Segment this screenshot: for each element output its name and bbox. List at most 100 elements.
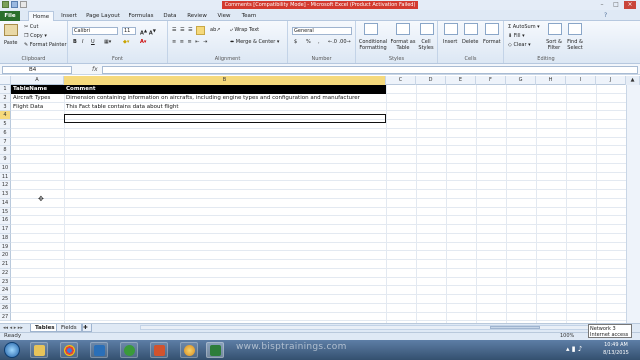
orientation-icon[interactable]: ab↗ — [210, 27, 220, 34]
tab-view[interactable]: View — [214, 11, 234, 21]
sheet-tab-fields[interactable]: Fields — [56, 324, 82, 332]
row-header[interactable]: 20 — [0, 251, 11, 260]
row-header[interactable]: 5 — [0, 120, 11, 129]
sheet-nav-arrows[interactable]: ◂◂ ◂ ▸ ▸▸ — [3, 325, 23, 331]
cell-B2[interactable]: Dimension containing information on airc… — [64, 94, 360, 103]
underline-button[interactable]: U — [91, 39, 95, 46]
row-header[interactable]: 25 — [0, 295, 11, 304]
row-header[interactable]: 2 — [0, 93, 11, 103]
cell-styles-icon[interactable] — [420, 23, 434, 35]
cut-button[interactable]: ✂ Cut — [24, 24, 38, 31]
row-header[interactable]: 24 — [0, 286, 11, 295]
horizontal-scrollbar[interactable] — [140, 325, 625, 330]
cell-A1[interactable]: TableName — [11, 85, 64, 94]
paste-button[interactable]: Paste — [4, 40, 18, 47]
vertical-scrollbar[interactable] — [626, 85, 640, 323]
taskbar-clock[interactable]: 10:49 AM 8/13/2015 — [596, 341, 636, 357]
minimize-button[interactable]: – — [596, 1, 608, 9]
row-header[interactable]: 18 — [0, 233, 11, 243]
merge-center-button[interactable]: ⬌ Merge & Center ▾ — [230, 39, 279, 46]
row-header[interactable]: 6 — [0, 128, 11, 138]
column-header[interactable]: C — [386, 76, 416, 85]
select-all-corner[interactable] — [0, 76, 11, 85]
format-button[interactable]: Format — [483, 39, 501, 46]
clear-button[interactable]: ◇ Clear ▾ — [508, 42, 531, 49]
format-table-icon[interactable] — [396, 23, 410, 35]
sort-filter-icon[interactable] — [548, 23, 562, 35]
start-button[interactable] — [4, 342, 20, 358]
italic-button[interactable]: I — [82, 39, 83, 46]
row-header[interactable]: 13 — [0, 190, 11, 199]
taskbar-excel-button[interactable] — [206, 342, 224, 358]
taskbar-explorer-button[interactable] — [30, 342, 48, 358]
vertical-align-icons[interactable]: ☰ ☰ ☰ — [172, 27, 194, 34]
delete-cells-icon[interactable] — [464, 23, 478, 35]
conditional-formatting-button[interactable]: Conditional Formatting — [358, 39, 388, 51]
font-name-select[interactable]: Calibri — [72, 27, 118, 35]
column-header[interactable]: J — [596, 76, 626, 85]
tab-insert[interactable]: Insert — [58, 11, 80, 21]
formula-input[interactable] — [102, 66, 638, 74]
format-painter-button[interactable]: ✎ Format Painter — [24, 42, 67, 49]
tab-home[interactable]: Home — [28, 11, 54, 21]
number-format-select[interactable]: General — [292, 27, 352, 35]
tab-review[interactable]: Review — [184, 11, 210, 21]
taskbar-media-button[interactable] — [90, 342, 108, 358]
bottom-align-icon[interactable] — [196, 26, 205, 35]
decimal-icons[interactable]: ←.0 .00→ — [328, 39, 351, 46]
cell-A3[interactable]: Flight Data — [11, 103, 43, 112]
row-header[interactable]: 26 — [0, 303, 11, 313]
zoom-level[interactable]: 100% — [560, 332, 574, 340]
border-icon[interactable]: ▦▾ — [104, 39, 111, 46]
wrap-text-button[interactable]: ⤶ Wrap Text — [230, 27, 259, 34]
selected-cell-B4[interactable] — [64, 114, 386, 123]
row-header[interactable]: 15 — [0, 207, 11, 217]
row-header[interactable]: 12 — [0, 181, 11, 190]
copy-button[interactable]: ❐ Copy ▾ — [24, 33, 47, 40]
cell-styles-button[interactable]: Cell Styles — [416, 39, 436, 51]
font-color-icon[interactable]: A▾ — [140, 39, 146, 46]
format-cells-icon[interactable] — [485, 23, 499, 35]
tab-data[interactable]: Data — [160, 11, 180, 21]
row-header[interactable]: 23 — [0, 277, 11, 287]
cell-B1[interactable]: Comment — [64, 85, 386, 94]
percent-button[interactable]: % — [306, 39, 311, 46]
currency-button[interactable]: $ — [294, 39, 297, 46]
column-header[interactable]: D — [416, 76, 446, 85]
column-header[interactable]: H — [536, 76, 566, 85]
fill-color-icon[interactable]: ◆▾ — [123, 39, 129, 46]
format-as-table-button[interactable]: Format as Table — [390, 39, 416, 51]
column-header[interactable]: B — [64, 76, 386, 85]
name-box[interactable]: B4 — [2, 66, 72, 74]
row-header[interactable]: 19 — [0, 242, 11, 252]
help-icon[interactable]: ? — [604, 12, 607, 19]
row-header[interactable]: 17 — [0, 225, 11, 234]
column-header[interactable]: I — [566, 76, 596, 85]
row-header[interactable]: 21 — [0, 260, 11, 269]
comma-button[interactable]: , — [318, 39, 320, 46]
row-header[interactable]: 8 — [0, 146, 11, 155]
taskbar-app-button[interactable] — [180, 342, 198, 358]
insert-cells-icon[interactable] — [444, 23, 458, 35]
row-header[interactable]: 3 — [0, 102, 11, 112]
worksheet-grid[interactable]: 1 2 3 4 5 6 7 8 9 10 11 12 13 14 15 16 17 18 19 20 21 22 23 24 2… — [0, 85, 640, 323]
tab-file[interactable]: File — [0, 11, 20, 21]
cell-B3[interactable]: This Fact table contains data about flig… — [64, 103, 179, 112]
tab-team[interactable]: Team — [238, 11, 260, 21]
taskbar-qlik-button[interactable] — [120, 342, 138, 358]
taskbar-chrome-button[interactable] — [60, 342, 78, 358]
row-header[interactable]: 7 — [0, 137, 11, 147]
close-button[interactable]: × — [624, 1, 636, 9]
row-header[interactable]: 4 — [0, 111, 11, 120]
row-header[interactable]: 27 — [0, 312, 11, 322]
bold-button[interactable]: B — [73, 39, 77, 46]
row-header[interactable]: 10 — [0, 163, 11, 173]
fill-button[interactable]: ⬇ Fill ▾ — [508, 33, 525, 40]
row-header[interactable]: 22 — [0, 268, 11, 278]
insert-button[interactable]: Insert — [443, 39, 457, 46]
row-header[interactable]: 9 — [0, 155, 11, 164]
find-select-button[interactable]: Find & Select — [564, 39, 586, 51]
conditional-formatting-icon[interactable] — [364, 23, 378, 35]
delete-button[interactable]: Delete — [462, 39, 478, 46]
column-header[interactable]: E — [446, 76, 476, 85]
